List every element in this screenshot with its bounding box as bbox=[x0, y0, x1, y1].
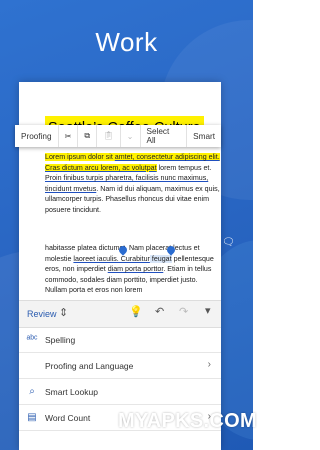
promo-headline: Work bbox=[95, 27, 158, 57]
chevron-down-icon[interactable]: ⌄ bbox=[121, 125, 141, 147]
comment-icon: 🗨 bbox=[222, 237, 235, 248]
underlined-text: laoreet iaculis. Curabitur bbox=[73, 254, 150, 263]
spelling-icon: ᵃᵇᶜ bbox=[26, 334, 38, 345]
menu-item-label: Proofing and Language bbox=[45, 360, 134, 371]
watermark: MYAPKS.COM bbox=[118, 410, 257, 432]
chevron-down-icon[interactable]: ▾ bbox=[205, 304, 211, 317]
copy-icon[interactable]: ⧉ bbox=[78, 125, 98, 147]
underlined-text: diam porta porttor bbox=[107, 265, 164, 274]
smart-lookup-icon: ⌕ bbox=[29, 386, 35, 397]
menu-item-spelling[interactable]: ᵃᵇᶜ Spelling bbox=[19, 327, 221, 353]
selected-text[interactable]: feugat bbox=[149, 254, 172, 263]
tab-review[interactable]: Review bbox=[27, 309, 57, 319]
chevron-right-icon: › bbox=[207, 359, 211, 370]
context-menu: Proofing ✂ ⧉ 📋︎ ⌄ Select All Smart bbox=[15, 125, 221, 147]
highlighted-text: Lorem ipsum dolor sit bbox=[45, 153, 115, 161]
menu-item-proofing-language[interactable]: Proofing and Language › bbox=[19, 353, 221, 379]
word-count-icon: ▤ bbox=[27, 412, 37, 423]
menu-item-smart-lookup[interactable]: ⌕ Smart Lookup bbox=[19, 379, 221, 405]
smart-lookup-button[interactable]: Smart bbox=[187, 125, 221, 147]
ribbon-toolbar: Review ⇕ 💡 ↶ ↷ ▾ bbox=[19, 300, 221, 328]
menu-item-label: Word Count bbox=[45, 412, 91, 423]
body-text: lorem tempus et. bbox=[156, 163, 212, 172]
lightbulb-icon[interactable]: 💡 bbox=[129, 305, 143, 318]
paste-icon[interactable]: 📋︎ bbox=[97, 125, 121, 147]
undo-icon[interactable]: ↶ bbox=[155, 305, 164, 318]
document-paragraph[interactable]: Lorem ipsum dolor sit amtet, consectetur… bbox=[45, 152, 221, 216]
menu-item-label: Smart Lookup bbox=[45, 386, 98, 397]
proofing-button[interactable]: Proofing bbox=[15, 125, 59, 147]
select-all-button[interactable]: Select All bbox=[141, 125, 188, 147]
chevron-updown-icon[interactable]: ⇕ bbox=[59, 306, 68, 319]
cut-icon[interactable]: ✂ bbox=[59, 125, 79, 147]
document-paragraph-2[interactable]: habitasse platea dictumst. Nam placerat … bbox=[45, 243, 221, 296]
redo-icon[interactable]: ↷ bbox=[179, 305, 188, 318]
menu-item-label: Spelling bbox=[45, 334, 76, 345]
